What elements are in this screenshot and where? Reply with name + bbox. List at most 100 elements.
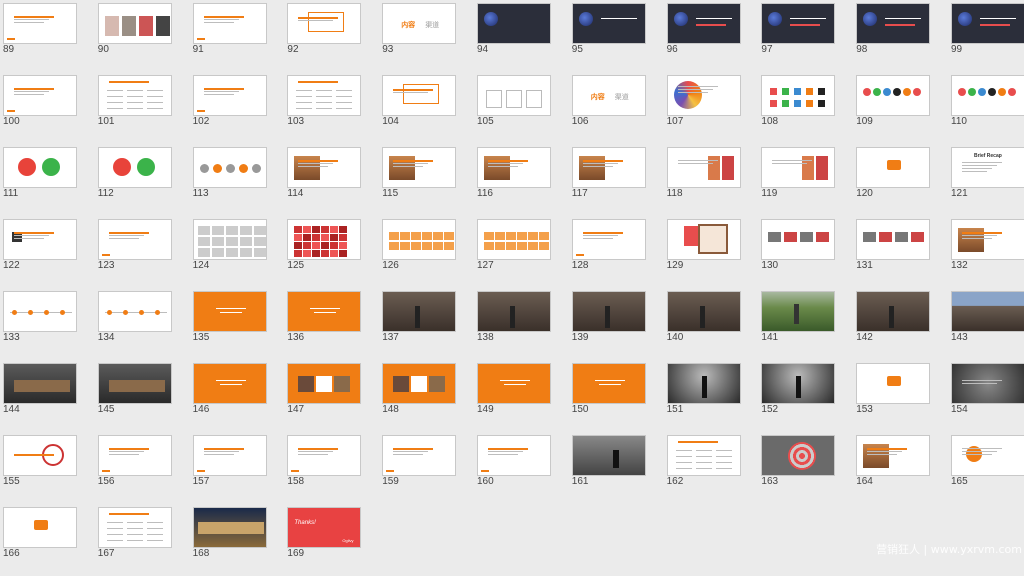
slide-thumbnail[interactable]: 内容 渠道 [571, 75, 646, 116]
slide-thumbnail[interactable] [761, 291, 836, 332]
slide-thumbnail[interactable] [856, 3, 931, 44]
slide-thumbnail[interactable] [761, 3, 836, 44]
slide-thumbnail[interactable] [761, 435, 836, 476]
slide-thumbnail[interactable] [382, 363, 457, 404]
slide-thumbnail[interactable] [477, 219, 551, 260]
thumb-figure [415, 306, 421, 328]
slide-thumbnail[interactable] [571, 363, 646, 404]
thumb-photo [14, 380, 70, 392]
thumb-table-cell [695, 468, 712, 469]
slide-number: 147 [287, 404, 305, 415]
slide-thumbnail[interactable] [761, 147, 836, 188]
slide-thumbnail[interactable] [951, 435, 1024, 476]
slide-thumbnail[interactable] [382, 291, 457, 332]
slide-thumbnail[interactable] [856, 147, 931, 188]
slide-thumbnail[interactable]: 内容 渠道 [382, 3, 457, 44]
slide-thumbnail[interactable] [477, 435, 551, 476]
slide-thumbnail[interactable] [287, 291, 362, 332]
slide-thumbnail[interactable] [666, 75, 741, 116]
slide-thumbnail[interactable] [856, 363, 931, 404]
thumb-photo [393, 376, 410, 392]
slide-thumbnail[interactable] [192, 147, 267, 188]
slide-thumbnail[interactable] [477, 75, 551, 116]
slide-thumbnail[interactable] [287, 3, 362, 44]
slide-thumbnail[interactable] [666, 3, 741, 44]
slide-thumbnail[interactable] [571, 147, 646, 188]
slide-thumbnail[interactable] [477, 363, 551, 404]
slide-thumbnail[interactable] [3, 435, 77, 476]
slide-number: 164 [856, 476, 873, 487]
slide-thumbnail[interactable] [3, 3, 77, 44]
slide-thumbnail[interactable] [761, 363, 836, 404]
slide-thumbnail[interactable] [3, 291, 77, 332]
slide-thumbnail[interactable] [192, 435, 267, 476]
slide-thumbnail[interactable] [192, 291, 267, 332]
slide-thumbnail[interactable] [3, 147, 77, 188]
slide-thumbnail[interactable] [97, 363, 172, 404]
thumb-figure [794, 304, 800, 324]
thumb-figure [701, 376, 707, 398]
slide-thumbnail[interactable] [477, 3, 551, 44]
slide-thumbnail[interactable] [856, 291, 931, 332]
slide-thumbnail-cell: 127 [474, 216, 569, 288]
slide-thumbnail[interactable] [666, 147, 741, 188]
slide-thumbnail[interactable] [3, 507, 77, 548]
slide-thumbnail[interactable] [97, 147, 172, 188]
slide-thumbnail[interactable] [382, 435, 457, 476]
slide-thumbnail[interactable] [192, 507, 267, 548]
slide-thumbnail[interactable] [3, 219, 77, 260]
thumb-table-cell [715, 450, 732, 451]
thumb-table-cell [296, 90, 313, 91]
thumb-figure [889, 306, 895, 328]
thumb-cell [330, 242, 339, 249]
slide-thumbnail[interactable] [477, 147, 551, 188]
slide-thumbnail[interactable] [97, 75, 172, 116]
slide-thumbnail[interactable] [287, 147, 362, 188]
slide-thumbnail[interactable] [382, 219, 457, 260]
slide-thumbnail[interactable] [571, 291, 646, 332]
slide-thumbnail-cell: 152 [758, 360, 853, 432]
slide-thumbnail[interactable] [666, 291, 741, 332]
slide-thumbnail[interactable] [951, 219, 1024, 260]
slide-thumbnail[interactable] [97, 507, 172, 548]
slide-thumbnail[interactable] [287, 75, 362, 116]
slide-thumbnail[interactable] [382, 147, 457, 188]
slide-thumbnail[interactable] [666, 219, 741, 260]
slide-thumbnail[interactable] [856, 75, 931, 116]
slide-thumbnail[interactable] [951, 363, 1024, 404]
slide-thumbnail[interactable]: Brief Recap [951, 147, 1024, 188]
slide-thumbnail[interactable] [192, 3, 267, 44]
slide-thumbnail[interactable] [571, 219, 646, 260]
slide-thumbnail[interactable] [3, 363, 77, 404]
slide-thumbnail[interactable] [666, 435, 741, 476]
slide-thumbnail[interactable]: Thanks! Ogilvy [287, 507, 362, 548]
slide-thumbnail[interactable] [856, 219, 931, 260]
slide-thumbnail[interactable] [192, 363, 267, 404]
slide-thumbnail[interactable] [192, 219, 267, 260]
slide-thumbnail[interactable] [97, 3, 172, 44]
slide-thumbnail[interactable] [666, 363, 741, 404]
slide-thumbnail[interactable] [761, 219, 836, 260]
slide-thumbnail[interactable] [287, 219, 362, 260]
slide-thumbnail[interactable] [287, 435, 362, 476]
slide-thumbnail[interactable] [97, 291, 172, 332]
slide-thumbnail[interactable] [951, 291, 1024, 332]
slide-thumbnail[interactable] [97, 219, 172, 260]
slide-thumbnail[interactable] [571, 3, 646, 44]
slide-thumbnail[interactable] [382, 75, 457, 116]
slide-thumbnail[interactable] [287, 363, 362, 404]
thumb-cell [303, 250, 312, 257]
thumb-text-line [203, 88, 244, 90]
slide-thumbnail[interactable] [477, 291, 551, 332]
slide-thumbnail[interactable] [856, 435, 931, 476]
slide-thumbnail[interactable] [3, 75, 77, 116]
thumb-text-line [677, 441, 718, 443]
thumb-icon [806, 100, 814, 107]
slide-thumbnail[interactable] [571, 435, 646, 476]
slide-thumbnail[interactable] [951, 75, 1024, 116]
slide-thumbnail[interactable] [951, 3, 1024, 44]
slide-thumbnail[interactable] [192, 75, 267, 116]
thumb-icon [958, 88, 966, 96]
slide-thumbnail[interactable] [761, 75, 836, 116]
slide-thumbnail[interactable] [97, 435, 172, 476]
